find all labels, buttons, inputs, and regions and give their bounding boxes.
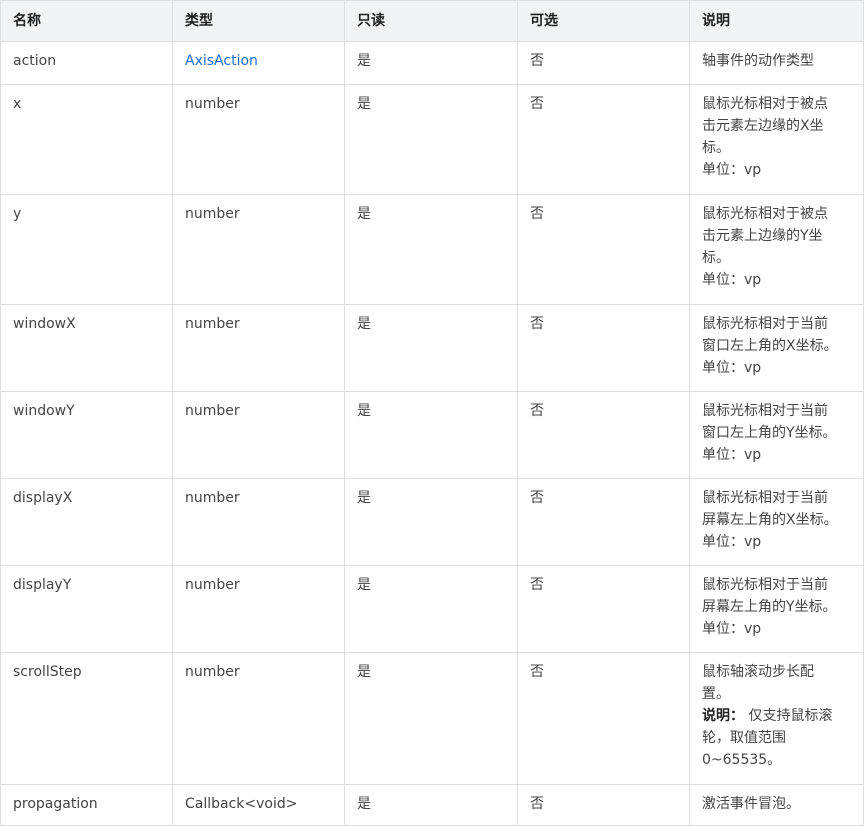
description-line: 鼠标光标相对于被点	[702, 96, 828, 112]
param-name: windowY	[0, 391, 173, 479]
param-optional: 否	[517, 652, 690, 785]
table-row: scrollStep number 是 否 鼠标轴滚动步长配 置。 说明： 仅支…	[0, 652, 864, 785]
description-line: 激活事件冒泡。	[702, 796, 800, 812]
param-readonly: 是	[344, 304, 518, 392]
description-line: 窗口左上角的X坐标。	[702, 338, 838, 354]
param-name: displayY	[0, 565, 173, 653]
param-description: 鼠标光标相对于当前 窗口左上角的X坐标。 单位：vp	[689, 304, 864, 392]
header-optional: 可选	[517, 0, 690, 42]
note-line: 轮，取值范围	[702, 730, 786, 746]
header-readonly: 只读	[344, 0, 518, 42]
description-line: 鼠标光标相对于当前	[702, 316, 828, 332]
param-type: number	[172, 652, 345, 785]
param-name: action	[0, 41, 173, 85]
description-line: 单位：vp	[702, 360, 762, 376]
param-type: number	[172, 565, 345, 653]
param-readonly: 是	[344, 652, 518, 785]
param-optional: 否	[517, 391, 690, 479]
header-row: 名称 类型 只读 可选 说明	[0, 0, 864, 42]
description-line: 屏幕左上角的Y坐标。	[702, 599, 837, 615]
param-type: Callback<void>	[172, 784, 345, 826]
description-line: 单位：vp	[702, 162, 762, 178]
description-line: 单位：vp	[702, 534, 762, 550]
description-line: 屏幕左上角的X坐标。	[702, 512, 838, 528]
description-line: 轴事件的动作类型	[702, 53, 814, 69]
param-readonly: 是	[344, 478, 518, 566]
param-optional: 否	[517, 41, 690, 85]
param-name: scrollStep	[0, 652, 173, 785]
param-optional: 否	[517, 84, 690, 195]
table-row: propagation Callback<void> 是 否 激活事件冒泡。	[0, 784, 864, 826]
param-type: number	[172, 304, 345, 392]
note-line: 说明： 仅支持鼠标滚	[702, 705, 851, 727]
param-name: propagation	[0, 784, 173, 826]
param-description: 鼠标光标相对于当前 屏幕左上角的Y坐标。 单位：vp	[689, 565, 864, 653]
param-description: 轴事件的动作类型	[689, 41, 864, 85]
table-row: windowX number 是 否 鼠标光标相对于当前 窗口左上角的X坐标。 …	[0, 304, 864, 392]
param-type: AxisAction	[172, 41, 345, 85]
note-line: 0~65535。	[702, 752, 782, 768]
table-row: displayX number 是 否 鼠标光标相对于当前 屏幕左上角的X坐标。…	[0, 478, 864, 566]
param-description: 鼠标光标相对于被点 击元素上边缘的Y坐 标。 单位：vp	[689, 194, 864, 305]
table-row: y number 是 否 鼠标光标相对于被点 击元素上边缘的Y坐 标。 单位：v…	[0, 194, 864, 305]
param-readonly: 是	[344, 391, 518, 479]
param-name: x	[0, 84, 173, 195]
param-description: 鼠标光标相对于当前 窗口左上角的Y坐标。 单位：vp	[689, 391, 864, 479]
description-line: 单位：vp	[702, 447, 762, 463]
description-line: 标。	[702, 140, 730, 156]
description-line: 鼠标光标相对于当前	[702, 577, 828, 593]
param-optional: 否	[517, 304, 690, 392]
description-line: 置。	[702, 686, 730, 702]
description-line: 窗口左上角的Y坐标。	[702, 425, 837, 441]
param-type: number	[172, 391, 345, 479]
param-optional: 否	[517, 478, 690, 566]
table-row: action AxisAction 是 否 轴事件的动作类型	[0, 41, 864, 85]
param-optional: 否	[517, 565, 690, 653]
note-label: 说明：	[702, 708, 744, 724]
param-name: displayX	[0, 478, 173, 566]
param-readonly: 是	[344, 41, 518, 85]
api-params-table: 名称 类型 只读 可选 说明 action AxisAction 是 否 轴事件…	[0, 0, 864, 826]
param-description: 鼠标光标相对于当前 屏幕左上角的X坐标。 单位：vp	[689, 478, 864, 566]
table-row: displayY number 是 否 鼠标光标相对于当前 屏幕左上角的Y坐标。…	[0, 565, 864, 653]
param-type: number	[172, 84, 345, 195]
description-line: 击元素左边缘的X坐	[702, 118, 824, 134]
param-readonly: 是	[344, 565, 518, 653]
description-line: 鼠标光标相对于被点	[702, 206, 828, 222]
description-line: 鼠标轴滚动步长配	[702, 664, 814, 680]
param-description: 激活事件冒泡。	[689, 784, 864, 826]
param-readonly: 是	[344, 194, 518, 305]
param-readonly: 是	[344, 84, 518, 195]
param-readonly: 是	[344, 784, 518, 826]
description-line: 单位：vp	[702, 621, 762, 637]
description-line: 标。	[702, 250, 730, 266]
param-description: 鼠标轴滚动步长配 置。 说明： 仅支持鼠标滚 轮，取值范围 0~65535。	[689, 652, 864, 785]
param-description: 鼠标光标相对于被点 击元素左边缘的X坐 标。 单位：vp	[689, 84, 864, 195]
description-line: 击元素上边缘的Y坐	[702, 228, 823, 244]
param-name: y	[0, 194, 173, 305]
description-line: 鼠标光标相对于当前	[702, 403, 828, 419]
description-line: 单位：vp	[702, 272, 762, 288]
header-type: 类型	[172, 0, 345, 42]
table-row: x number 是 否 鼠标光标相对于被点 击元素左边缘的X坐 标。 单位：v…	[0, 84, 864, 195]
axis-action-link[interactable]: AxisAction	[185, 53, 258, 69]
param-name: windowX	[0, 304, 173, 392]
param-optional: 否	[517, 194, 690, 305]
param-optional: 否	[517, 784, 690, 826]
note-text: 仅支持鼠标滚	[748, 708, 833, 724]
header-description: 说明	[689, 0, 864, 42]
param-type: number	[172, 478, 345, 566]
header-name: 名称	[0, 0, 173, 42]
param-type: number	[172, 194, 345, 305]
table-row: windowY number 是 否 鼠标光标相对于当前 窗口左上角的Y坐标。 …	[0, 391, 864, 479]
description-line: 鼠标光标相对于当前	[702, 490, 828, 506]
